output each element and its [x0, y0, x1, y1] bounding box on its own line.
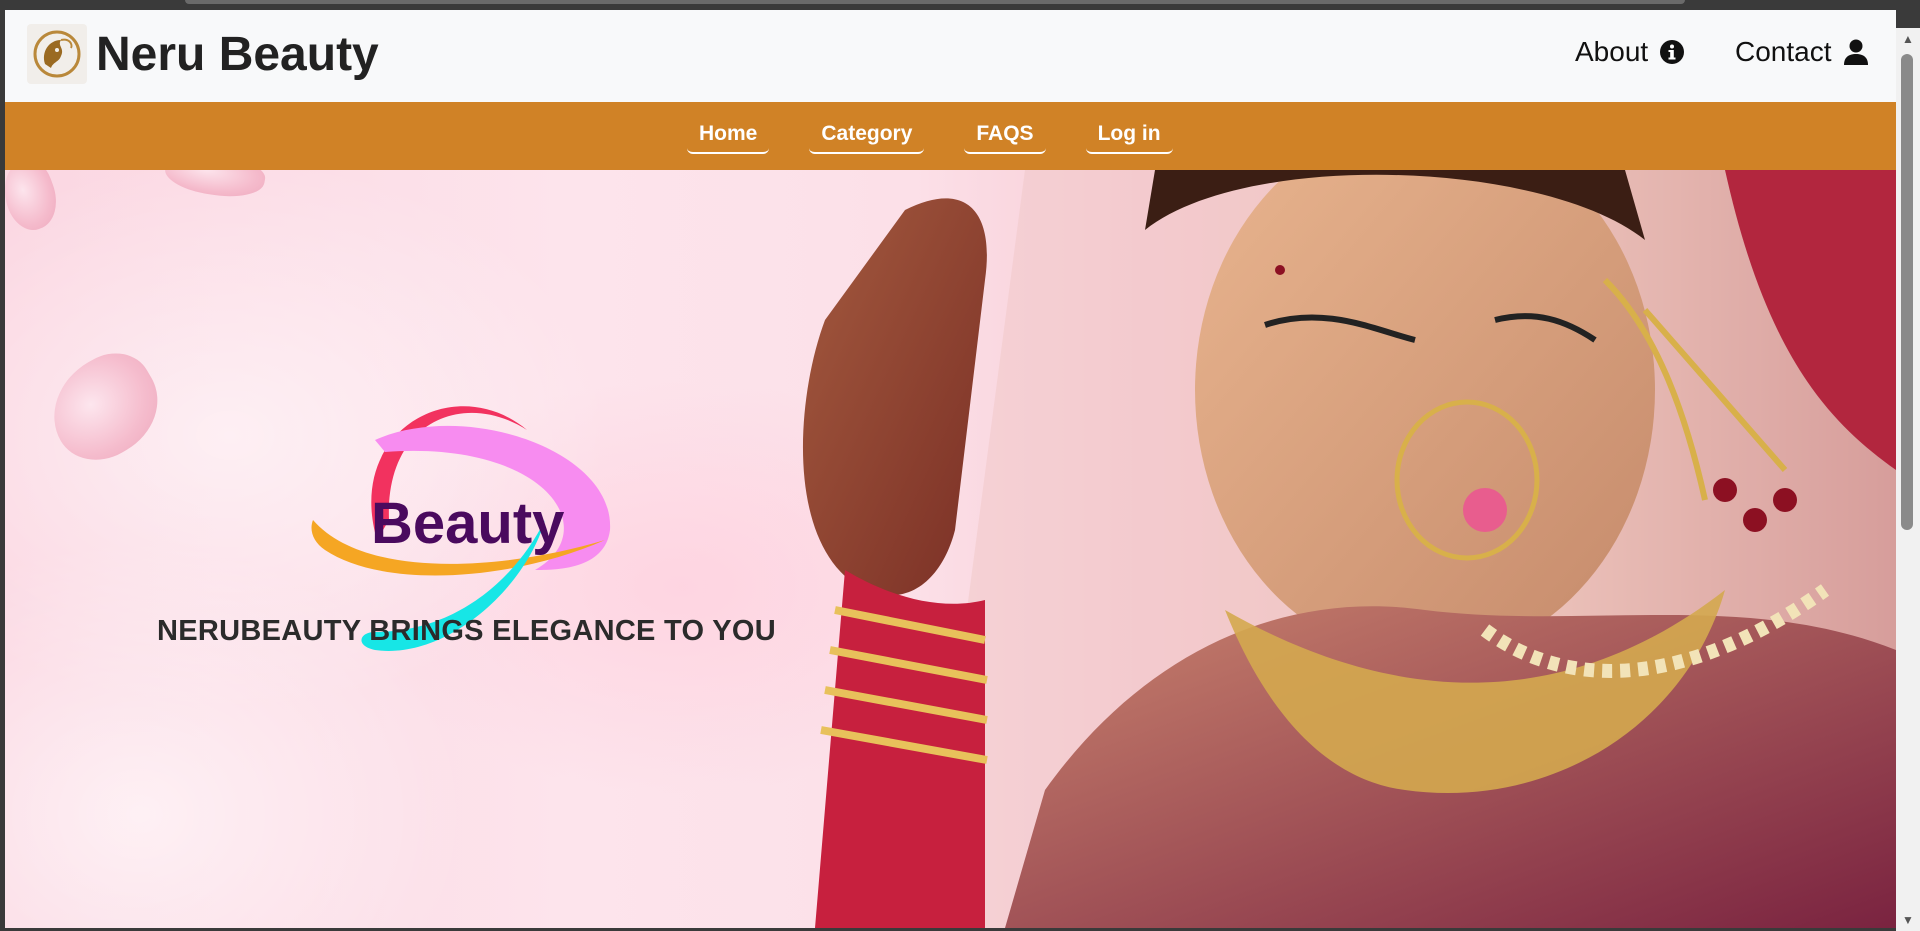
hero-banner: Beauty NERUBEAUTY BRINGS ELEGANCE TO YOU [5, 170, 1896, 928]
nav-login[interactable]: Log in [1085, 117, 1173, 154]
about-label: About [1575, 36, 1649, 67]
contact-label: Contact [1735, 36, 1832, 67]
page-viewport: Neru Beauty About Contact Home Category … [5, 10, 1896, 928]
scroll-up-arrow-icon[interactable]: ▲ [1896, 28, 1920, 50]
main-nav: Home Category FAQS Log in [5, 102, 1896, 170]
info-circle-icon [1660, 40, 1685, 64]
contact-link[interactable]: Contact [1735, 36, 1870, 68]
browser-tab-bar [185, 0, 1685, 4]
bride-photo-image [802, 170, 1896, 928]
site-header: Neru Beauty About Contact [5, 10, 1896, 103]
site-logo[interactable] [27, 24, 87, 84]
main-nav-items: Home Category FAQS Log in [687, 117, 1173, 154]
nav-category[interactable]: Category [809, 117, 925, 154]
page-scrollbar[interactable]: ▲ ▼ [1896, 28, 1920, 931]
hero-tagline: NERUBEAUTY BRINGS ELEGANCE TO YOU [157, 615, 776, 647]
user-icon [1843, 39, 1868, 65]
hero-logo-word: Beauty [371, 491, 565, 556]
nav-faqs[interactable]: FAQS [964, 117, 1046, 154]
about-link[interactable]: About [1575, 36, 1686, 68]
brand-name[interactable]: Neru Beauty [96, 29, 379, 80]
browser-frame-corner [1896, 0, 1920, 28]
browser-top-strip [0, 0, 1920, 10]
scrollbar-thumb[interactable] [1901, 54, 1913, 530]
scroll-down-arrow-icon[interactable]: ▼ [1896, 909, 1920, 931]
nav-home[interactable]: Home [687, 117, 770, 154]
gold-face-logo-icon [33, 30, 81, 78]
